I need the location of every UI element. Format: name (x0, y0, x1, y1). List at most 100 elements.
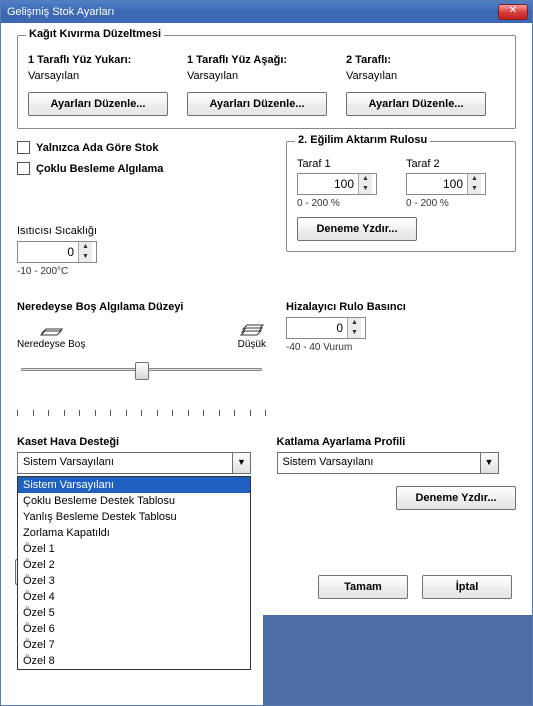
curl-col-1-face-up: 1 Taraflı Yüz Yukarı: Varsayılan Ayarlar… (28, 54, 187, 116)
curl-header: 1 Taraflı Yüz Aşağı: (187, 54, 346, 66)
edit-settings-button-2[interactable]: Ayarları Düzenle... (187, 92, 327, 116)
tray-air-option[interactable]: Özel 5 (18, 605, 250, 621)
fuser-temp-row: ▲ ▼ (17, 241, 266, 263)
transfer-sides: Taraf 1 ▲ ▼ 0 - 200 % Taraf 2 (297, 158, 505, 209)
side2-arrows: ▲ ▼ (467, 174, 481, 194)
side1-label: Taraf 1 (297, 158, 396, 170)
transfer-side-1: Taraf 1 ▲ ▼ 0 - 200 % (297, 158, 396, 209)
dropdown-arrow-icon[interactable]: ▼ (232, 453, 250, 473)
almost-empty-column: Neredeyse Boş Algılama Düzeyi Neredeyse … (17, 287, 266, 416)
tray-air-option[interactable]: Özel 7 (18, 637, 250, 653)
tray-air-option[interactable]: Özel 4 (18, 589, 250, 605)
multifeed-row: Çoklu Besleme Algılama (17, 162, 266, 175)
multifeed-checkbox[interactable] (17, 162, 30, 175)
spin-up-icon[interactable]: ▲ (359, 174, 372, 184)
spin-down-icon[interactable]: ▼ (359, 184, 372, 194)
side1-input[interactable] (298, 174, 358, 194)
titlebar: Gelişmiş Stok Ayarları ✕ (1, 1, 532, 23)
dialog-buttons: Tamam İptal (318, 575, 512, 599)
aligner-range: -40 - 40 Vurum (286, 342, 516, 353)
aligner-arrows: ▲ ▼ (347, 318, 361, 338)
curl-value: Varsayılan (28, 70, 187, 82)
curl-value: Varsayılan (187, 70, 346, 82)
almost-empty-slider[interactable] (21, 362, 262, 392)
aligner-label: Hizalayıcı Rulo Basıncı (286, 301, 516, 313)
row-slider-aligner: Neredeyse Boş Algılama Düzeyi Neredeyse … (17, 287, 516, 416)
test-print-transfer-button[interactable]: Deneme Yzdır... (297, 217, 417, 241)
transfer-roll-group: 2. Eğilim Aktarım Rulosu Taraf 1 ▲ ▼ (286, 141, 516, 252)
tray-air-column: Kaset Hava Desteği Sistem Varsayılanı ▼ … (17, 436, 257, 510)
side2-spinner: ▲ ▼ (406, 173, 486, 195)
slider-ticks (17, 410, 266, 416)
window-title: Gelişmiş Stok Ayarları (7, 6, 498, 18)
spin-down-icon[interactable]: ▼ (468, 184, 481, 194)
curl-header: 2 Taraflı: (346, 54, 505, 66)
spin-up-icon[interactable]: ▲ (348, 318, 361, 328)
fold-profile-column: Katlama Ayarlama Profili Sistem Varsayıl… (277, 436, 517, 510)
fuser-temp-spinner: ▲ ▼ (17, 241, 97, 263)
side2-input[interactable] (407, 174, 467, 194)
fuser-spinner-arrows: ▲ ▼ (78, 242, 92, 262)
curl-value: Varsayılan (346, 70, 505, 82)
spin-down-icon[interactable]: ▼ (79, 252, 92, 262)
name-only-stock-label: Yalnızca Ada Göre Stok (36, 142, 158, 154)
name-only-stock-checkbox[interactable] (17, 141, 30, 154)
slider-icon-row: Neredeyse Boş Düşük (17, 319, 266, 350)
transfer-roll-legend: 2. Eğilim Aktarım Rulosu (295, 134, 430, 146)
aligner-input[interactable] (287, 318, 347, 338)
tray-air-option[interactable]: Sistem Varsayılanı (18, 477, 250, 493)
aligner-spinner: ▲ ▼ (286, 317, 366, 339)
side1-arrows: ▲ ▼ (358, 174, 372, 194)
slider-thumb[interactable] (135, 362, 149, 380)
edit-settings-button-3[interactable]: Ayarları Düzenle... (346, 92, 486, 116)
row-combos: Kaset Hava Desteği Sistem Varsayılanı ▼ … (17, 436, 516, 510)
multifeed-label: Çoklu Besleme Algılama (36, 163, 163, 175)
aligner-column: Hizalayıcı Rulo Basıncı ▲ ▼ -40 - 40 Vur… (286, 287, 516, 416)
edit-settings-button-1[interactable]: Ayarları Düzenle... (28, 92, 168, 116)
spin-up-icon[interactable]: ▲ (79, 242, 92, 252)
tray-air-option[interactable]: Özel 1 (18, 541, 250, 557)
tray-air-option[interactable]: Zorlama Kapatıldı (18, 525, 250, 541)
tray-air-combo-text: Sistem Varsayılanı (18, 453, 232, 473)
fuser-temp-input[interactable] (18, 242, 78, 262)
paper-curl-group: Kağıt Kıvırma Düzeltmesi 1 Taraflı Yüz Y… (17, 35, 516, 129)
stack-thin-icon (38, 319, 64, 337)
tray-air-option[interactable]: Özel 8 (18, 653, 250, 669)
curl-header: 1 Taraflı Yüz Yukarı: (28, 54, 187, 66)
name-only-stock-row: Yalnızca Ada Göre Stok (17, 141, 266, 154)
tray-air-option[interactable]: Özel 3 (18, 573, 250, 589)
side2-label: Taraf 2 (406, 158, 505, 170)
test-print-fold-button[interactable]: Deneme Yzdır... (396, 486, 516, 510)
content-area: Kağıt Kıvırma Düzeltmesi 1 Taraflı Yüz Y… (1, 23, 532, 522)
tray-air-option[interactable]: Özel 6 (18, 621, 250, 637)
dropdown-arrow-icon[interactable]: ▼ (480, 453, 498, 473)
ok-button[interactable]: Tamam (318, 575, 408, 599)
side1-spinner: ▲ ▼ (297, 173, 377, 195)
fold-profile-combo-text: Sistem Varsayılanı (278, 453, 480, 473)
cancel-button[interactable]: İptal (422, 575, 512, 599)
checkbox-column: Yalnızca Ada Göre Stok Çoklu Besleme Alg… (17, 141, 266, 277)
dialog-window: Gelişmiş Stok Ayarları ✕ Kağıt Kıvırma D… (0, 0, 533, 706)
fold-profile-combo[interactable]: Sistem Varsayılanı ▼ (277, 452, 499, 474)
almost-empty-label: Neredeyse Boş Algılama Düzeyi (17, 301, 266, 313)
fuser-temp-label: Isıtıcısı Sıcaklığı (17, 225, 266, 237)
close-button[interactable]: ✕ (498, 4, 528, 20)
almost-empty-right-icon: Düşük (238, 319, 266, 350)
tray-air-combo[interactable]: Sistem Varsayılanı ▼ (17, 452, 251, 474)
paper-curl-legend: Kağıt Kıvırma Düzeltmesi (26, 28, 164, 40)
fuser-range-text: -10 - 200°C (17, 266, 266, 277)
spin-up-icon[interactable]: ▲ (468, 174, 481, 184)
tray-air-dropdown-list[interactable]: Sistem VarsayılanıÇoklu Besleme Destek T… (17, 476, 251, 670)
transfer-side-2: Taraf 2 ▲ ▼ 0 - 200 % (406, 158, 505, 209)
curl-columns: 1 Taraflı Yüz Yukarı: Varsayılan Ayarlar… (28, 54, 505, 116)
tray-air-option[interactable]: Yanlış Besleme Destek Tablosu (18, 509, 250, 525)
fold-profile-label: Katlama Ayarlama Profili (277, 436, 517, 448)
tray-air-option[interactable]: Çoklu Besleme Destek Tablosu (18, 493, 250, 509)
tray-air-label: Kaset Hava Desteği (17, 436, 257, 448)
transfer-column: 2. Eğilim Aktarım Rulosu Taraf 1 ▲ ▼ (286, 141, 516, 277)
tray-air-option[interactable]: Özel 2 (18, 557, 250, 573)
curl-col-2-sided: 2 Taraflı: Varsayılan Ayarları Düzenle..… (346, 54, 505, 116)
parent-window-backdrop (263, 615, 532, 705)
spin-down-icon[interactable]: ▼ (348, 328, 361, 338)
almost-empty-left-icon: Neredeyse Boş (17, 319, 85, 350)
